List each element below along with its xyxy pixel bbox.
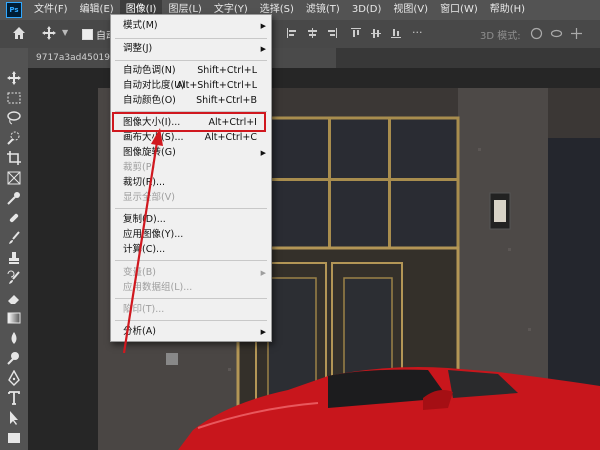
menu-help[interactable]: 帮助(H) [484,0,531,20]
align-top-icon[interactable] [350,27,362,39]
submenu-arrow-icon: ▶ [260,328,266,336]
menu-divider [115,298,267,299]
blur-tool-icon[interactable] [6,330,22,346]
clone-stamp-tool-icon[interactable] [6,250,22,266]
menu-item-trim[interactable]: 裁切(R)... [111,175,271,191]
menu-3d[interactable]: 3D(D) [346,0,388,20]
menu-bar: Ps 文件(F) 编辑(E) 图像(I) 图层(L) 文字(Y) 选择(S) 滤… [0,0,600,20]
tools-panel [0,48,29,450]
move-tool-icon[interactable] [42,26,56,40]
menu-divider [115,38,267,39]
type-tool-icon[interactable] [6,390,22,406]
menu-item-canvas-size[interactable]: 画布大小(S)... Alt+Ctrl+C [111,130,271,146]
menu-item-adjustments[interactable]: 调整(J) ▶ [111,41,271,57]
path-selection-tool-icon[interactable] [6,410,22,426]
menu-filter[interactable]: 滤镜(T) [300,0,346,20]
menu-window[interactable]: 窗口(W) [434,0,484,20]
submenu-arrow-icon: ▶ [260,45,266,53]
photoshop-logo: Ps [6,2,22,18]
frame-tool-icon[interactable] [6,170,22,186]
align-center-icon[interactable] [306,27,318,39]
menu-divider [115,260,267,261]
healing-brush-tool-icon[interactable] [6,210,22,226]
3d-mode-label: 3D 模式: [480,31,521,42]
marquee-tool-icon[interactable] [6,90,22,106]
menu-item-reveal-all: 显示全部(V) [123,192,175,203]
align-bottom-icon[interactable] [390,27,402,39]
menu-item-auto-contrast[interactable]: 自动对比度(U) Alt+Shift+Ctrl+L [111,78,271,94]
lasso-tool-icon[interactable] [6,110,22,126]
align-left-icon[interactable] [286,27,298,39]
menu-item-apply-data-set: 应用数据组(L)... [123,282,193,293]
menu-item-auto-color[interactable]: 自动颜色(O) Shift+Ctrl+B [111,93,271,109]
menu-item-trap: 陷印(T)... [123,304,165,315]
pen-tool-icon[interactable] [6,369,22,386]
menu-item-variables: 变量(B) ▶ [111,265,271,281]
history-brush-tool-icon[interactable] [6,270,22,286]
submenu-arrow-icon: ▶ [260,22,266,30]
chevron-down-icon[interactable]: ▼ [62,28,68,37]
menu-divider [115,60,267,61]
highlight-box [112,112,266,132]
menu-item-analysis[interactable]: 分析(A) ▶ [111,324,271,340]
image-menu-dropdown: 模式(M) ▶ 调整(J) ▶ 自动色调(N) Shift+Ctrl+L 自动对… [110,14,272,342]
menu-item-apply-image[interactable]: 应用图像(Y)... [111,227,271,243]
rectangle-tool-icon[interactable] [6,430,22,446]
eraser-tool-icon[interactable] [6,290,22,306]
menu-item-duplicate[interactable]: 复制(D)... [111,212,271,228]
menu-divider [115,320,267,321]
home-icon[interactable] [12,26,26,40]
submenu-arrow-icon: ▶ [260,269,266,277]
menu-view[interactable]: 视图(V) [387,0,434,20]
quick-select-tool-icon[interactable] [6,130,22,146]
submenu-arrow-icon: ▶ [260,149,266,157]
menu-item-mode[interactable]: 模式(M) ▶ [111,18,271,34]
crop-tool-icon[interactable] [6,150,22,166]
3d-orbit-icon[interactable] [530,27,543,40]
auto-select-checkbox[interactable] [82,29,93,40]
menu-divider [115,208,267,209]
move-tool-icon[interactable] [6,70,22,86]
align-right-icon[interactable] [326,27,338,39]
more-options-icon[interactable]: ··· [412,26,423,39]
gradient-tool-icon[interactable] [6,310,22,326]
eyedropper-tool-icon[interactable] [6,190,22,206]
menu-item-crop: 裁剪(P) [123,162,156,173]
align-middle-icon[interactable] [370,27,382,39]
dodge-tool-icon[interactable] [6,350,22,366]
brush-tool-icon[interactable] [6,230,22,246]
3d-pan-icon[interactable] [570,27,583,40]
menu-item-image-rotation[interactable]: 图像旋转(G) ▶ [111,145,271,161]
menu-file[interactable]: 文件(F) [28,0,74,20]
menu-item-calculations[interactable]: 计算(C)... [111,242,271,258]
options-bar: ▼ 自动 ··· 3D 模式: [0,20,600,49]
menu-item-auto-tone[interactable]: 自动色调(N) Shift+Ctrl+L [111,63,271,79]
3d-roll-icon[interactable] [550,27,563,40]
